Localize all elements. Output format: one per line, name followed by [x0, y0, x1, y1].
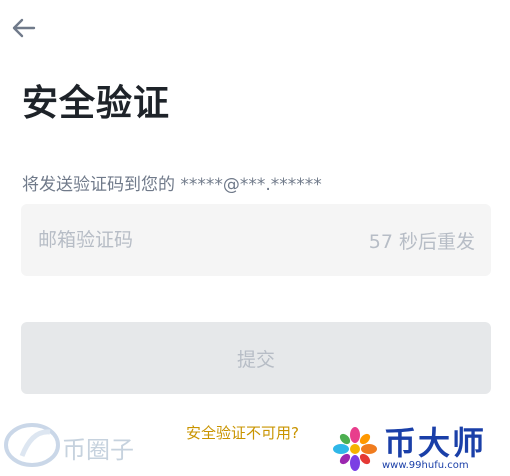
- watermark-right-url: www.99hufu.com: [382, 460, 469, 471]
- email-code-input[interactable]: [38, 229, 298, 251]
- resend-countdown: 57 秒后重发: [368, 230, 475, 253]
- back-button[interactable]: [8, 12, 40, 44]
- email-code-field: 57 秒后重发: [21, 204, 491, 276]
- verification-hint: 将发送验证码到您的 *****@***.******: [22, 175, 322, 195]
- page-title: 安全验证: [22, 83, 171, 124]
- arrow-left-icon: [12, 18, 36, 38]
- watermark-right-title: 币大师: [384, 424, 487, 462]
- watermark-flower-icon: [333, 427, 377, 471]
- watermark-left-text: 币圈子: [62, 436, 134, 464]
- verification-unavailable-link[interactable]: 安全验证不可用?: [186, 422, 299, 443]
- submit-button[interactable]: 提交: [21, 322, 491, 394]
